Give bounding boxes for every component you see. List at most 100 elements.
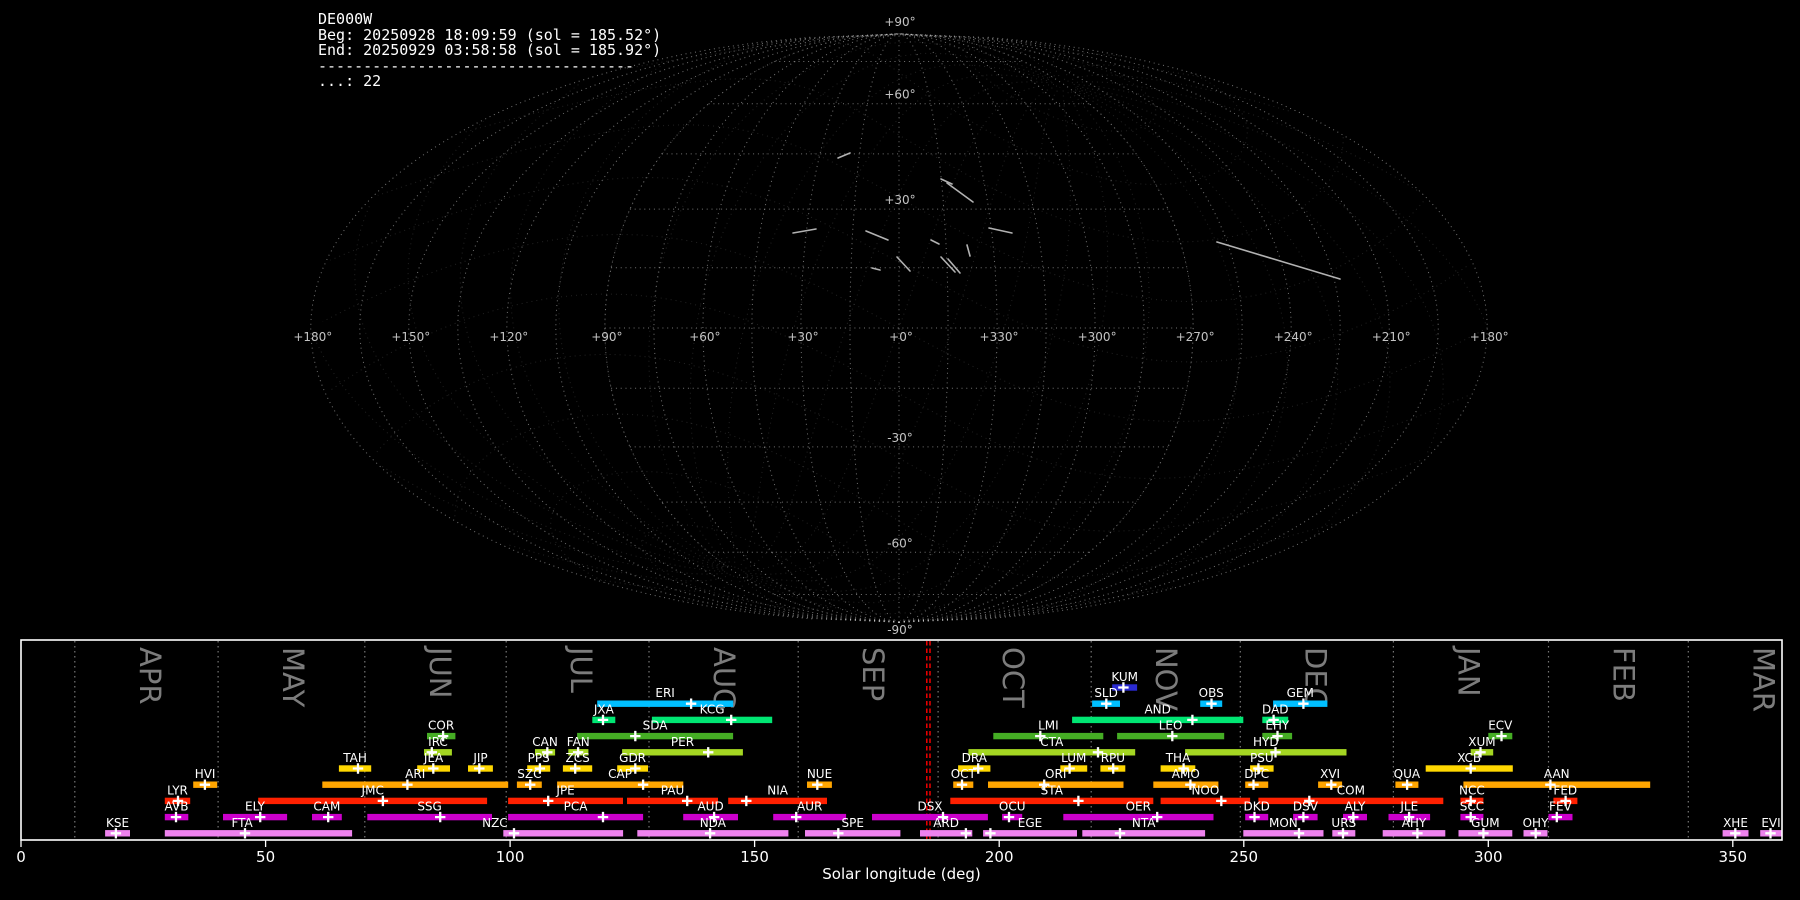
shower-label: GUM bbox=[1471, 816, 1499, 830]
map-meridian bbox=[751, 33, 900, 623]
peak-marker bbox=[508, 828, 520, 839]
shower-label: FEV bbox=[1549, 800, 1572, 814]
map-lat-label: +30° bbox=[884, 193, 915, 207]
shower-label: JMC bbox=[361, 783, 384, 797]
shower-label: XCB bbox=[1457, 751, 1481, 765]
map-lon-label: +90° bbox=[591, 330, 622, 344]
shower-label: SCC bbox=[1460, 800, 1484, 814]
map-lat-label: +60° bbox=[884, 88, 915, 102]
shower-bar bbox=[1160, 797, 1251, 805]
shower-label: NDA bbox=[700, 816, 727, 830]
shower-label: HVI bbox=[195, 767, 216, 781]
map-lat-label: +90° bbox=[884, 15, 915, 29]
shower-bar bbox=[950, 797, 1154, 805]
shower-label: RPU bbox=[1101, 751, 1125, 765]
month-label: FEB bbox=[1607, 647, 1641, 702]
shower-label: CAP bbox=[608, 767, 632, 781]
meteor-track bbox=[988, 227, 1013, 234]
meteor-track bbox=[896, 256, 911, 272]
month-label: OCT bbox=[996, 647, 1030, 708]
shower-bar bbox=[1082, 830, 1206, 837]
map-lon-label: +330° bbox=[980, 330, 1019, 344]
shower-label: NTA bbox=[1132, 816, 1156, 830]
shower-label: LEO bbox=[1159, 719, 1183, 733]
map-lon-label: +270° bbox=[1176, 330, 1215, 344]
shower-label: EVI bbox=[1761, 816, 1780, 830]
map-meridian bbox=[898, 33, 949, 623]
shower-label: DKD bbox=[1244, 800, 1270, 814]
shower-label: KUM bbox=[1111, 670, 1138, 684]
shower-label: AUR bbox=[797, 800, 822, 814]
shower-label: OCT bbox=[951, 767, 977, 781]
map-meridian bbox=[555, 33, 900, 623]
shower-bar bbox=[651, 716, 773, 724]
shower-label: OER bbox=[1126, 800, 1151, 814]
peak-marker bbox=[741, 795, 752, 807]
x-axis-title: Solar longitude (deg) bbox=[822, 865, 980, 883]
map-lon-label: +30° bbox=[787, 330, 818, 344]
shower-label: EGE bbox=[1018, 816, 1042, 830]
shower-label: SSG bbox=[417, 800, 442, 814]
shower-label: AUD bbox=[697, 800, 723, 814]
map-meridian bbox=[457, 33, 900, 623]
shower-label: TAH bbox=[342, 751, 367, 765]
peak-marker bbox=[726, 714, 737, 726]
shower-label: ELY bbox=[245, 800, 266, 814]
shower-label: PSU bbox=[1250, 751, 1274, 765]
shower-label: DSV bbox=[1293, 800, 1319, 814]
peak-marker bbox=[1073, 795, 1084, 807]
shower-bar bbox=[508, 813, 644, 821]
x-tick-label: 300 bbox=[1474, 848, 1503, 866]
shower-label: NCC bbox=[1459, 783, 1485, 797]
map-lon-label: +120° bbox=[489, 330, 528, 344]
map-lon-label: +300° bbox=[1078, 330, 1117, 344]
shower-label: CTA bbox=[1040, 735, 1064, 749]
shower-label: MON bbox=[1269, 816, 1298, 830]
map-meridian bbox=[898, 33, 998, 623]
shower-label: AMO bbox=[1172, 767, 1200, 781]
peak-marker bbox=[960, 828, 972, 839]
shower-label: XVI bbox=[1320, 767, 1340, 781]
shower-label: GEM bbox=[1287, 686, 1314, 700]
shower-label: OCU bbox=[999, 800, 1026, 814]
shower-label: AAN bbox=[1544, 767, 1570, 781]
peak-marker bbox=[1114, 828, 1126, 839]
map-meridian bbox=[898, 33, 1145, 623]
month-label: JUN bbox=[423, 645, 457, 698]
map-lat-label: -60° bbox=[887, 536, 913, 550]
x-tick-label: 350 bbox=[1718, 848, 1747, 866]
shower-label: FAN bbox=[567, 735, 590, 749]
peak-marker bbox=[985, 828, 996, 839]
shower-label: ZCS bbox=[565, 751, 589, 765]
map-meridian bbox=[899, 34, 1487, 619]
shower-bar bbox=[983, 830, 1077, 837]
map-lon-label: +0° bbox=[889, 330, 913, 344]
activity-timeline: APR MAY JUN JUL AUG SEP OCT NOV DEC JAN FEB MARKUME… bbox=[16, 639, 1783, 883]
shower-label: PCA bbox=[564, 800, 589, 814]
peak-marker bbox=[637, 779, 649, 790]
shower-label: URS bbox=[1331, 816, 1356, 830]
shower-label: NZC bbox=[482, 816, 508, 830]
shower-label: THA bbox=[1165, 751, 1191, 765]
shower-label: PAU bbox=[661, 783, 684, 797]
peak-marker bbox=[543, 795, 554, 807]
meteor-track bbox=[946, 182, 974, 203]
shower-label: JLE bbox=[1399, 800, 1418, 814]
shower-label: JXA bbox=[593, 702, 615, 716]
map-meridian bbox=[311, 34, 899, 619]
peak-marker bbox=[630, 730, 641, 742]
shower-label: SPE bbox=[841, 816, 863, 830]
x-tick-label: 0 bbox=[16, 848, 26, 866]
shower-label: SZC bbox=[517, 767, 541, 781]
shower-label: DAD bbox=[1262, 702, 1288, 716]
shower-label: CAM bbox=[313, 800, 340, 814]
shower-label: AVB bbox=[165, 800, 189, 814]
shower-label: JPE bbox=[555, 783, 574, 797]
shower-bar bbox=[258, 797, 488, 805]
x-tick-label: 150 bbox=[740, 848, 769, 866]
shower-bar bbox=[872, 813, 988, 821]
month-label: MAR bbox=[1746, 647, 1780, 712]
shower-label: CAN bbox=[532, 735, 558, 749]
peak-marker bbox=[597, 811, 609, 823]
shower-label: DPC bbox=[1244, 767, 1269, 781]
